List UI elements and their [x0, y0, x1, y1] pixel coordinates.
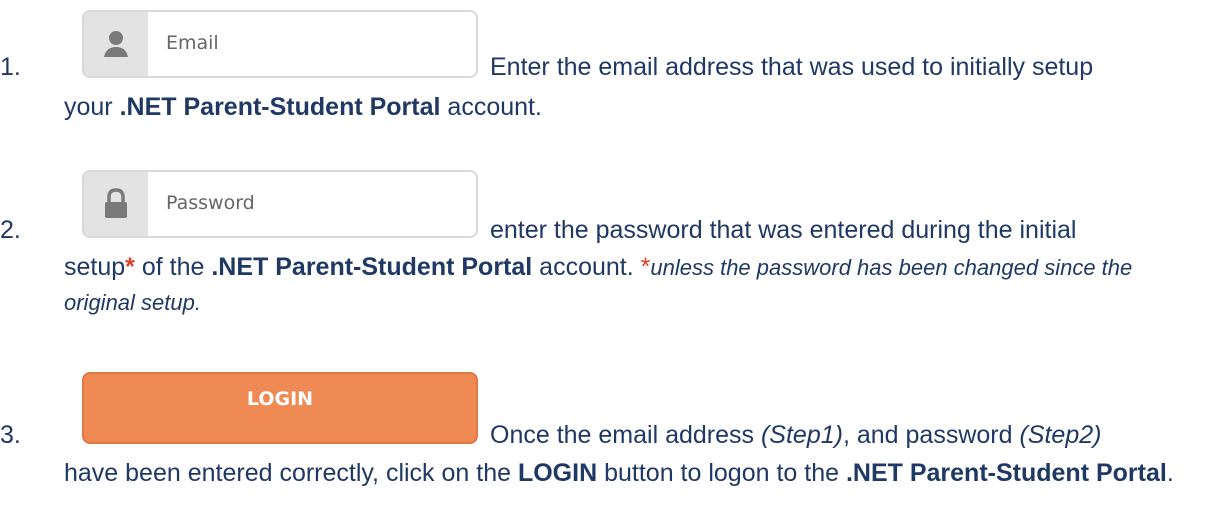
portal-name: .NET Parent-Student Portal [211, 253, 533, 281]
login-button[interactable]: LOGIN [82, 372, 478, 444]
step-3-text-line1: Once the email address (Step1), and pass… [490, 421, 1102, 449]
lock-icon [84, 172, 148, 236]
step-2-text-rest: setup* of the .NET Parent-Student Portal… [64, 253, 1133, 315]
portal-name: .NET Parent-Student Portal [845, 459, 1167, 487]
password-placeholder: Password [166, 192, 255, 214]
step-1-text-line1: Enter the email address that was used to… [490, 53, 1094, 81]
user-icon [84, 12, 148, 76]
portal-name: .NET Parent-Student Portal [119, 93, 441, 121]
step-2-text-line1: enter the password that was entered duri… [490, 216, 1077, 244]
email-placeholder: Email [166, 32, 219, 54]
step-number: 3. [0, 421, 21, 449]
email-field[interactable]: Email [82, 10, 478, 78]
step-3-text-rest: have been entered correctly, click on th… [64, 459, 1174, 487]
step-number: 1. [0, 53, 21, 81]
step-1-text-rest: your .NET Parent-Student Portal account. [64, 93, 542, 121]
step-number: 2. [0, 216, 21, 244]
password-field[interactable]: Password [82, 170, 478, 238]
